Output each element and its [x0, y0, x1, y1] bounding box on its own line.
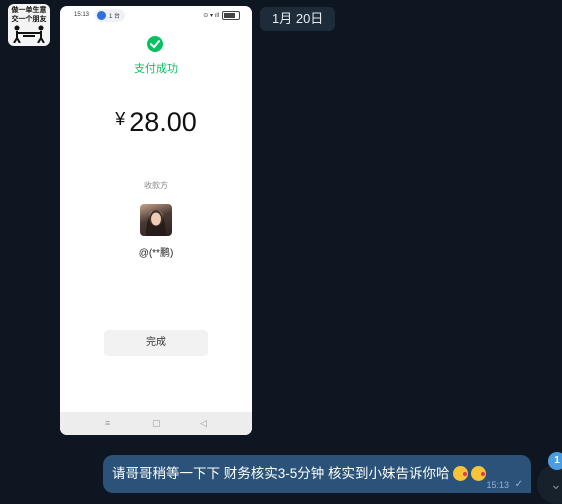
status-icons: ⊙ ▾ ıll	[203, 11, 240, 20]
phone-status-time: 15:13	[74, 12, 90, 18]
unread-count-badge: 1	[548, 452, 562, 470]
kissing-face-emoji-icon	[470, 466, 486, 481]
menu-icon[interactable]: ≡	[105, 418, 110, 428]
outgoing-message[interactable]: 请哥哥稍等一下下 财务核实3-5分钟 核实到小妹告诉你哈 15:13 ✓	[103, 455, 531, 493]
avatar-caption-line1: 做一单生意	[11, 7, 47, 14]
chevron-down-icon: ⌄	[550, 476, 562, 492]
message-content: 请哥哥稍等一下下 财务核实3-5分钟 核实到小妹告诉你哈	[112, 462, 486, 482]
payee-label: 收款方	[144, 181, 168, 190]
payment-screenshot[interactable]: 15:13 1 台 ⊙ ▾ ıll 支付成功 ¥28.00 收款方 @(**鹏)…	[60, 6, 252, 435]
android-nav-bar: ≡ ▢ ◁	[60, 412, 252, 435]
home-icon[interactable]: ▢	[152, 418, 161, 429]
phone-status-bar: 15:13 1 台 ⊙ ▾ ıll	[60, 6, 252, 26]
message-time: 15:13	[486, 480, 509, 490]
signal-icon: ⊙ ▾ ıll	[203, 13, 219, 19]
user-icon	[97, 11, 106, 20]
done-button[interactable]: 完成	[104, 330, 208, 356]
currency-symbol: ¥	[115, 109, 126, 129]
handshake-figures-icon	[13, 25, 45, 43]
sent-check-icon: ✓	[514, 479, 523, 490]
payment-success-title: 支付成功	[134, 63, 178, 75]
account-chip: 1 台	[95, 9, 126, 22]
checkmark-icon	[147, 36, 163, 52]
account-chip-label: 1 台	[109, 14, 121, 20]
avatar-caption-line2: 交一个朋友	[11, 16, 47, 23]
sender-avatar[interactable]: 做一单生意 交一个朋友	[8, 4, 50, 46]
message-text: 请哥哥稍等一下下 财务核实3-5分钟 核实到小妹告诉你哈	[112, 466, 450, 481]
payee-avatar	[140, 204, 172, 236]
back-icon[interactable]: ◁	[200, 418, 207, 429]
scroll-to-bottom-button[interactable]: ⌄	[537, 464, 562, 504]
payment-amount: ¥28.00	[60, 107, 252, 138]
payee-name: @(**鹏)	[138, 248, 174, 259]
amount-value: 28.00	[129, 107, 197, 137]
battery-icon	[222, 11, 240, 20]
date-separator: 1月 20日	[260, 7, 336, 31]
kissing-face-emoji-icon	[452, 466, 468, 481]
